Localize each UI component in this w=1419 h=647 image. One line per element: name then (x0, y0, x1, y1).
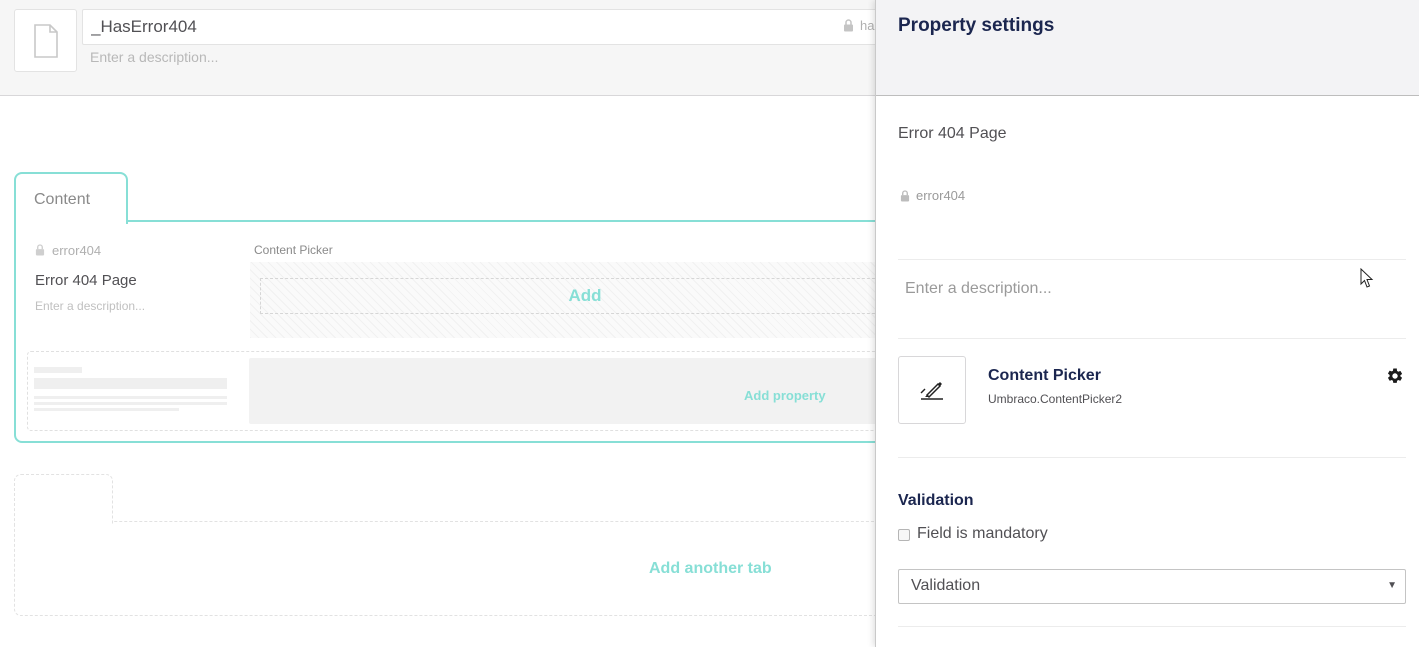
divider (898, 338, 1406, 339)
panel-description-input[interactable]: Enter a description... (905, 280, 1052, 298)
editor-icon-box[interactable] (898, 356, 966, 424)
new-tab-body[interactable] (14, 521, 914, 616)
gear-icon[interactable] (1386, 367, 1404, 385)
alias-text: ha (860, 18, 875, 33)
name-input[interactable] (82, 9, 902, 45)
divider (898, 259, 1406, 260)
validation-title: Validation (898, 492, 974, 509)
divider (898, 626, 1406, 627)
tab-content-label[interactable]: Content (34, 191, 90, 209)
panel-title: Property settings (898, 15, 1055, 36)
new-tab-placeholder[interactable] (14, 474, 113, 524)
document-icon (33, 23, 58, 58)
validation-select-value: Validation (911, 577, 981, 594)
panel-alias[interactable]: error404 (916, 188, 965, 203)
pencil-edit-icon (920, 382, 943, 400)
tab-content-body (14, 220, 914, 443)
property-settings-panel: Property settings Error 404 Page error40… (875, 0, 1419, 647)
editor-name: Content Picker (988, 367, 1101, 384)
panel-header: Property settings (876, 0, 1419, 96)
divider (898, 457, 1406, 458)
description-input[interactable]: Enter a description... (90, 49, 218, 65)
validation-select[interactable]: Validation ▼ (898, 569, 1406, 604)
lock-icon[interactable] (900, 190, 910, 202)
mandatory-label[interactable]: Field is mandatory (917, 525, 1048, 543)
editor-alias: Umbraco.ContentPicker2 (988, 392, 1123, 406)
document-icon-picker[interactable] (14, 9, 77, 72)
caret-down-icon: ▼ (1387, 580, 1397, 591)
mandatory-checkbox[interactable] (898, 529, 910, 541)
panel-property-name[interactable]: Error 404 Page (898, 125, 1007, 143)
lock-icon[interactable] (843, 19, 854, 32)
mouse-cursor-icon (1360, 268, 1374, 288)
